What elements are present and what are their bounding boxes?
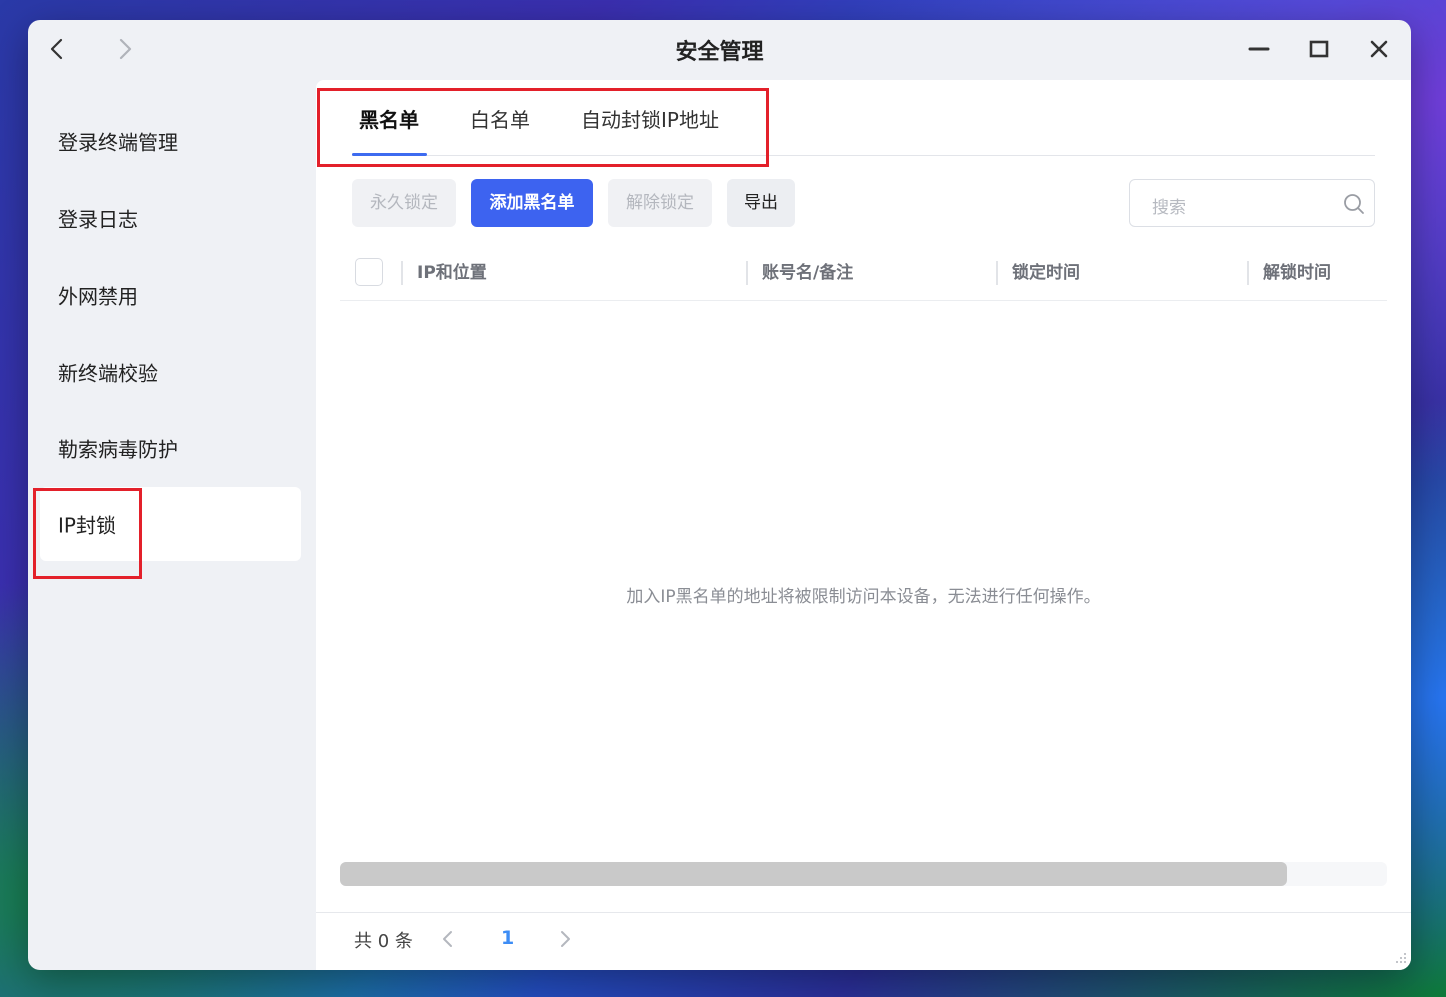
column-header-lock-time[interactable]: 锁定时间 — [996, 261, 1080, 285]
sidebar: 登录终端管理 登录日志 外网禁用 新终端校验 勒索病毒防护 IP封锁 — [28, 80, 316, 970]
next-page-icon[interactable] — [553, 927, 577, 951]
sidebar-item-label: 登录终端管理 — [58, 130, 178, 155]
sidebar-item-label: 勒索病毒防护 — [58, 437, 178, 462]
search-input[interactable]: 搜索 — [1129, 179, 1375, 227]
prev-page-icon[interactable] — [436, 927, 460, 951]
add-blacklist-button[interactable]: 添加黑名单 — [471, 179, 593, 227]
scrollbar-thumb[interactable] — [340, 862, 1287, 886]
column-header-unlock-time[interactable]: 解锁时间 — [1247, 261, 1331, 285]
tab-whitelist[interactable]: 白名单 — [470, 104, 530, 133]
sidebar-item-login-terminal[interactable]: 登录终端管理 — [40, 104, 301, 178]
unlock-button[interactable]: 解除锁定 — [608, 179, 712, 227]
main-panel: 黑名单 白名单 自动封锁IP地址 永久锁定 添加黑名单 解除锁定 导出 搜索 I… — [316, 80, 1411, 970]
total-count: 共 0 条 — [354, 931, 413, 952]
tab-auto-block-ip[interactable]: 自动封锁IP地址 — [581, 104, 719, 133]
security-management-window: 安全管理 登录终端管理 登录日志 外网禁用 新终端校验 勒索病毒防护 IP封锁 … — [28, 20, 1411, 970]
sidebar-item-login-log[interactable]: 登录日志 — [40, 181, 301, 255]
tab-blacklist[interactable]: 黑名单 — [359, 104, 419, 133]
sidebar-item-ransomware-protection[interactable]: 勒索病毒防护 — [40, 411, 301, 485]
select-all-checkbox[interactable] — [355, 258, 383, 286]
sidebar-item-new-terminal-verify[interactable]: 新终端校验 — [40, 335, 301, 409]
sidebar-item-label: 外网禁用 — [58, 284, 138, 309]
search-icon[interactable] — [1342, 192, 1366, 216]
window-title: 安全管理 — [675, 40, 764, 65]
empty-state-message: 加入IP黑名单的地址将被限制访问本设备，无法进行任何操作。 — [626, 587, 1101, 607]
sidebar-item-label: 新终端校验 — [58, 361, 158, 386]
sidebar-item-label: IP封锁 — [58, 513, 116, 538]
titlebar: 安全管理 — [28, 20, 1411, 80]
sidebar-item-label: 登录日志 — [58, 207, 138, 232]
resize-grip-icon[interactable] — [1393, 952, 1407, 966]
export-button[interactable]: 导出 — [727, 179, 795, 227]
horizontal-scrollbar[interactable] — [340, 862, 1387, 886]
sidebar-item-internet-disable[interactable]: 外网禁用 — [40, 258, 301, 332]
close-icon[interactable] — [1364, 34, 1394, 64]
pagination-bar: 共 0 条 1 — [316, 912, 1411, 970]
permanent-lock-button[interactable]: 永久锁定 — [352, 179, 456, 227]
table-header: IP和位置 账号名/备注 锁定时间 解锁时间 — [340, 252, 1387, 301]
toolbar: 永久锁定 添加黑名单 解除锁定 导出 搜索 — [352, 179, 1375, 227]
active-tab-indicator — [352, 153, 427, 156]
minimize-icon[interactable] — [1244, 34, 1274, 64]
search-placeholder: 搜索 — [1152, 198, 1186, 218]
column-header-account-note[interactable]: 账号名/备注 — [746, 261, 853, 285]
tab-bar: 黑名单 白名单 自动封锁IP地址 — [352, 80, 1375, 156]
maximize-icon[interactable] — [1304, 34, 1334, 64]
page-number-current[interactable]: 1 — [501, 927, 514, 949]
sidebar-item-ip-block[interactable]: IP封锁 — [40, 487, 301, 561]
column-header-ip-location[interactable]: IP和位置 — [401, 261, 487, 285]
